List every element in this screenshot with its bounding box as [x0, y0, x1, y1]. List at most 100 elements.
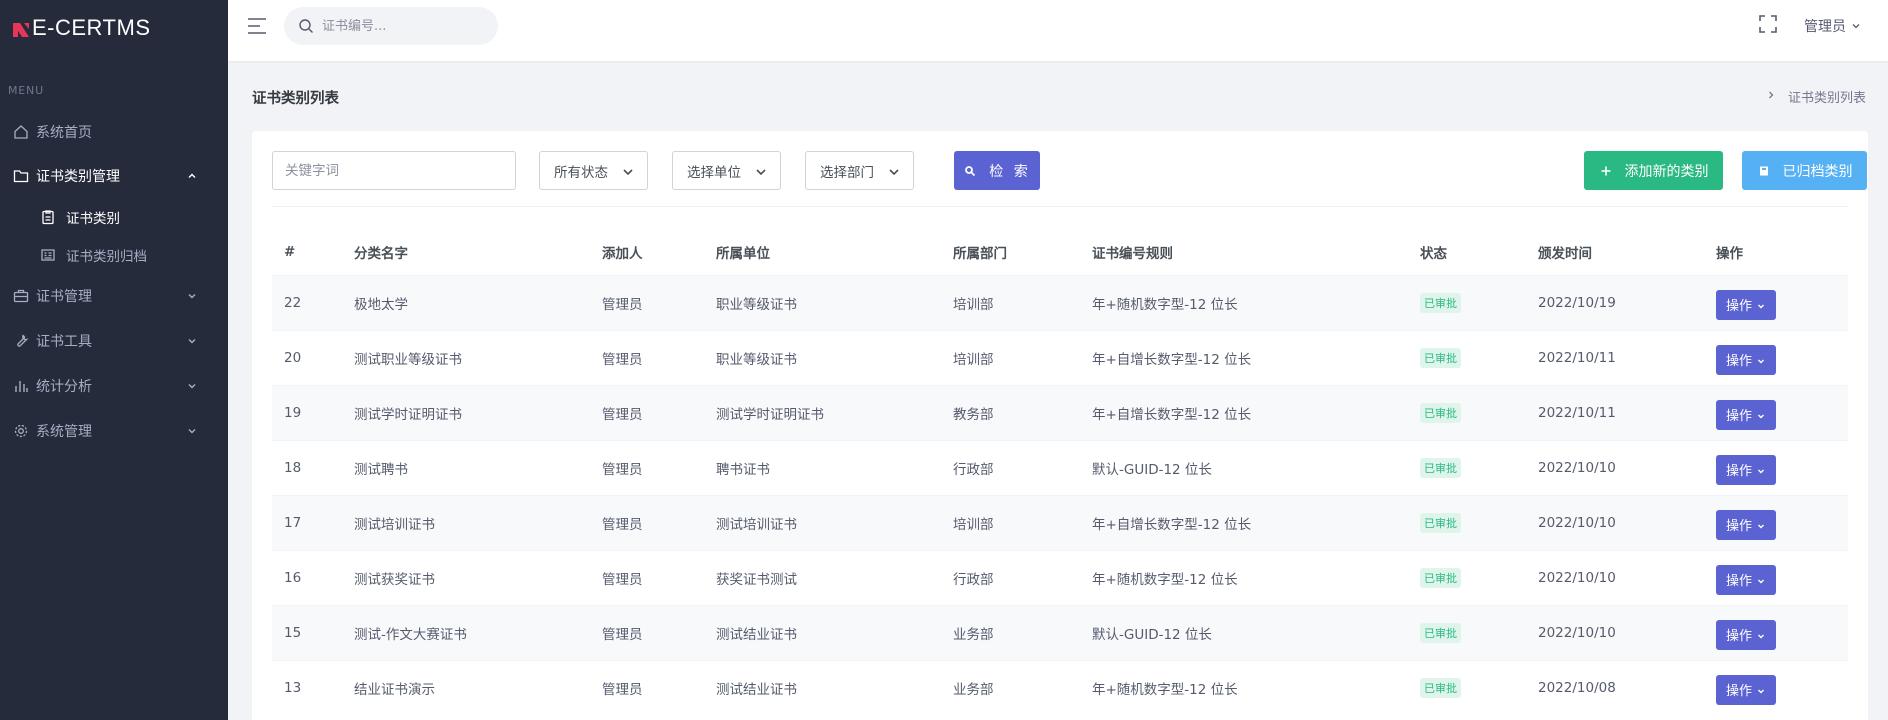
cell-id: 16 — [272, 549, 342, 605]
action-dropdown-button[interactable]: 操作 — [1716, 509, 1776, 540]
cell-unit: 聘书证书 — [704, 439, 941, 495]
keyword-input[interactable] — [272, 151, 516, 190]
cell-name: 测试培训证书 — [342, 494, 590, 550]
clipboard-icon — [40, 209, 56, 225]
sidebar-item-label: 系统管理 — [36, 424, 92, 440]
brand[interactable]: E-CERTMS — [0, 0, 228, 56]
cell-date: 2022/10/10 — [1526, 549, 1704, 605]
status-badge: 已审批 — [1420, 512, 1461, 533]
dept-select[interactable]: 选择部门 — [805, 151, 914, 190]
sidebar-item-cert-category-mgmt[interactable]: 证书类别管理 — [0, 161, 228, 191]
filter-bar: 所有状态 选择单位 选择部门 检 索 添加新的类别 已归档类别 — [272, 151, 1867, 207]
sidebar-item-statistics[interactable]: 统计分析 — [0, 371, 228, 401]
action-label: 操作 — [1725, 354, 1752, 369]
status-badge: 已审批 — [1420, 457, 1461, 478]
cell-unit: 职业等级证书 — [704, 274, 941, 330]
brand-name: E-CERTMS — [32, 15, 151, 40]
action-label: 操作 — [1725, 519, 1752, 534]
cell-rule: 年+自增长数字型-12 位长 — [1080, 384, 1408, 440]
user-menu[interactable]: 管理员 — [1804, 16, 1862, 36]
cell-dept: 行政部 — [941, 439, 1080, 495]
cell-date: 2022/10/10 — [1526, 604, 1704, 660]
chevron-down-icon — [1756, 575, 1766, 585]
cell-id: 15 — [272, 604, 342, 660]
action-label: 操作 — [1725, 409, 1752, 424]
archived-category-button[interactable]: 已归档类别 — [1742, 151, 1867, 190]
table-row: 22 极地太学 管理员 职业等级证书 培训部 年+随机数字型-12 位长 已审批… — [272, 274, 1848, 330]
menu-toggle-icon[interactable] — [246, 16, 268, 36]
topbar: 管理员 — [228, 0, 1888, 61]
fullscreen-icon[interactable] — [1758, 14, 1778, 34]
action-dropdown-button[interactable]: 操作 — [1716, 619, 1776, 650]
breadcrumb-current[interactable]: 证书类别列表 — [1788, 87, 1866, 106]
column-header: # — [284, 244, 296, 261]
cell-adder: 管理员 — [590, 329, 704, 385]
action-dropdown-button[interactable]: 操作 — [1716, 674, 1776, 705]
cell-dept: 培训部 — [941, 494, 1080, 550]
cell-dept: 业务部 — [941, 604, 1080, 660]
table-row: 17 测试培训证书 管理员 测试培训证书 培训部 年+自增长数字型-12 位长 … — [272, 494, 1848, 550]
cell-id: 13 — [272, 659, 342, 715]
header-search-input[interactable] — [322, 18, 472, 34]
cell-adder: 管理员 — [590, 494, 704, 550]
cell-action: 操作 — [1704, 329, 1848, 385]
sidebar-subitem-label: 证书类别归档 — [66, 249, 147, 265]
action-dropdown-button[interactable]: 操作 — [1716, 564, 1776, 595]
cell-date: 2022/10/11 — [1526, 384, 1704, 440]
sidebar-item-cert-tools[interactable]: 证书工具 — [0, 326, 228, 356]
sidebar-item-cert-mgmt[interactable]: 证书管理 — [0, 281, 228, 311]
action-dropdown-button[interactable]: 操作 — [1716, 344, 1776, 375]
action-dropdown-button[interactable]: 操作 — [1716, 399, 1776, 430]
cell-status: 已审批 — [1408, 549, 1526, 605]
sidebar-item-label: 统计分析 — [36, 379, 92, 395]
cell-adder: 管理员 — [590, 549, 704, 605]
cell-dept: 业务部 — [941, 659, 1080, 715]
status-badge: 已审批 — [1420, 402, 1461, 423]
table-row: 16 测试获奖证书 管理员 获奖证书测试 行政部 年+随机数字型-12 位长 已… — [272, 549, 1848, 605]
cell-name: 测试获奖证书 — [342, 549, 590, 605]
cell-rule: 默认-GUID-12 位长 — [1080, 604, 1408, 660]
sidebar-item-label: 系统首页 — [36, 125, 92, 141]
cell-id: 18 — [272, 439, 342, 495]
cell-rule: 年+随机数字型-12 位长 — [1080, 274, 1408, 330]
home-icon — [12, 123, 30, 141]
cell-rule: 年+随机数字型-12 位长 — [1080, 659, 1408, 715]
sidebar-item-system-mgmt[interactable]: 系统管理 — [0, 416, 228, 446]
status-badge: 已审批 — [1420, 347, 1461, 368]
chevron-down-icon — [1756, 630, 1766, 640]
search-button[interactable]: 检 索 — [954, 151, 1040, 190]
column-header: 颁发时间 — [1538, 246, 1592, 263]
column-header: 所属单位 — [716, 246, 770, 263]
sidebar-subitem-cert-category[interactable]: 证书类别 — [0, 203, 228, 231]
cell-dept: 教务部 — [941, 384, 1080, 440]
table-header-row: # 分类名字 添加人 所属单位 所属部门 证书编号规则 状态 颁发时间 操作 — [272, 230, 1848, 275]
archive-icon — [1757, 164, 1771, 178]
search-button-label: 检 索 — [989, 163, 1031, 180]
cell-date: 2022/10/08 — [1526, 659, 1704, 715]
status-badge: 已审批 — [1420, 622, 1461, 643]
breadcrumb: 证书类别列表 — [1766, 87, 1866, 106]
gear-icon — [12, 422, 30, 440]
cell-name: 极地太学 — [342, 274, 590, 330]
action-label: 操作 — [1725, 629, 1752, 644]
cell-action: 操作 — [1704, 384, 1848, 440]
action-dropdown-button[interactable]: 操作 — [1716, 289, 1776, 320]
cell-unit: 获奖证书测试 — [704, 549, 941, 605]
header-search[interactable] — [284, 7, 498, 45]
chevron-down-icon — [1850, 20, 1862, 32]
status-select-value: 所有状态 — [554, 164, 608, 181]
cell-id: 17 — [272, 494, 342, 550]
cell-rule: 年+随机数字型-12 位长 — [1080, 549, 1408, 605]
action-label: 操作 — [1725, 574, 1752, 589]
cell-id: 19 — [272, 384, 342, 440]
sidebar-item-home[interactable]: 系统首页 — [0, 117, 228, 147]
unit-select[interactable]: 选择单位 — [672, 151, 781, 190]
add-category-button[interactable]: 添加新的类别 — [1584, 151, 1723, 190]
column-header: 添加人 — [602, 246, 643, 263]
action-dropdown-button[interactable]: 操作 — [1716, 454, 1776, 485]
sidebar-subitem-cert-category-archive[interactable]: 证书类别归档 — [0, 241, 228, 269]
archive-list-icon — [40, 247, 56, 263]
status-select[interactable]: 所有状态 — [539, 151, 648, 190]
cell-unit: 测试学时证明证书 — [704, 384, 941, 440]
cell-adder: 管理员 — [590, 384, 704, 440]
